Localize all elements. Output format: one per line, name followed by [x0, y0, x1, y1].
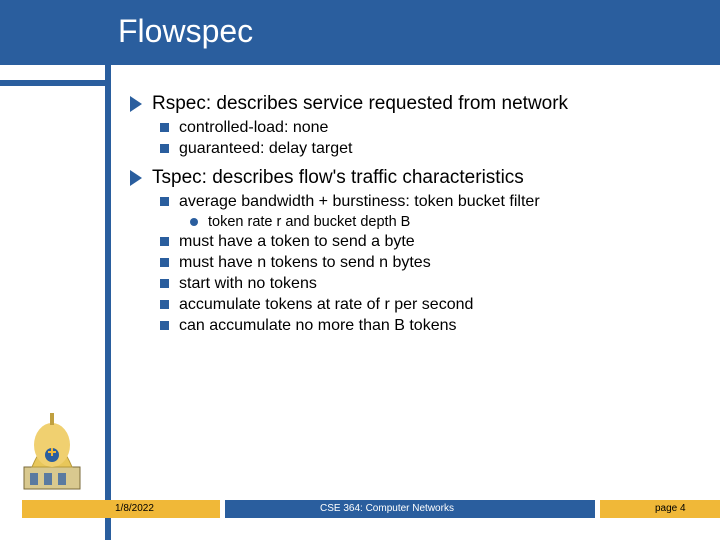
sub-sub-bullet-text: token rate r and bucket depth B	[208, 213, 410, 231]
sub-bullet-text: can accumulate no more than B tokens	[179, 316, 457, 336]
square-icon	[160, 279, 169, 288]
square-icon	[160, 300, 169, 309]
sub-bullet: must have n tokens to send n bytes	[160, 253, 690, 273]
bullet-text: Tspec: describes flow's traffic characte…	[152, 166, 524, 190]
sub-bullet: controlled-load: none	[160, 118, 690, 138]
sub-sub-bullet: token rate r and bucket depth B	[190, 213, 690, 231]
sub-bullet: must have a token to send a byte	[160, 232, 690, 252]
horizontal-rule	[0, 80, 105, 86]
sub-bullet: can accumulate no more than B tokens	[160, 316, 690, 336]
page-title: Flowspec	[118, 13, 253, 50]
bullet-rspec: Rspec: describes service requested from …	[130, 92, 690, 116]
footer-date: 1/8/2022	[115, 503, 154, 514]
sub-bullet: guaranteed: delay target	[160, 139, 690, 159]
sub-bullet-text: average bandwidth + burstiness: token bu…	[179, 192, 540, 212]
sub-bullet-text: accumulate tokens at rate of r per secon…	[179, 295, 473, 315]
dome-logo	[18, 405, 93, 495]
vertical-rule	[105, 65, 111, 540]
content-area: Rspec: describes service requested from …	[130, 92, 690, 337]
arrow-icon	[130, 168, 144, 188]
sub-bullet-text: start with no tokens	[179, 274, 317, 294]
sub-bullet: accumulate tokens at rate of r per secon…	[160, 295, 690, 315]
sub-bullet: average bandwidth + burstiness: token bu…	[160, 192, 690, 212]
square-icon	[160, 144, 169, 153]
sub-bullet-text: must have n tokens to send n bytes	[179, 253, 431, 273]
sub-bullet: start with no tokens	[160, 274, 690, 294]
square-icon	[160, 258, 169, 267]
disc-icon	[190, 218, 198, 226]
slide: Flowspec Rspec: describes service reques…	[0, 0, 720, 540]
sub-bullet-text: must have a token to send a byte	[179, 232, 415, 252]
square-icon	[160, 197, 169, 206]
sub-bullet-text: guaranteed: delay target	[179, 139, 352, 159]
arrow-icon	[130, 94, 144, 114]
bullet-text: Rspec: describes service requested from …	[152, 92, 568, 116]
bullet-tspec: Tspec: describes flow's traffic characte…	[130, 166, 690, 190]
square-icon	[160, 321, 169, 330]
footer-page: page 4	[655, 503, 686, 514]
title-bar: Flowspec	[0, 0, 720, 65]
footer: 1/8/2022 CSE 364: Computer Networks page…	[0, 500, 720, 526]
square-icon	[160, 237, 169, 246]
sub-bullet-text: controlled-load: none	[179, 118, 328, 138]
square-icon	[160, 123, 169, 132]
footer-course: CSE 364: Computer Networks	[320, 503, 454, 514]
